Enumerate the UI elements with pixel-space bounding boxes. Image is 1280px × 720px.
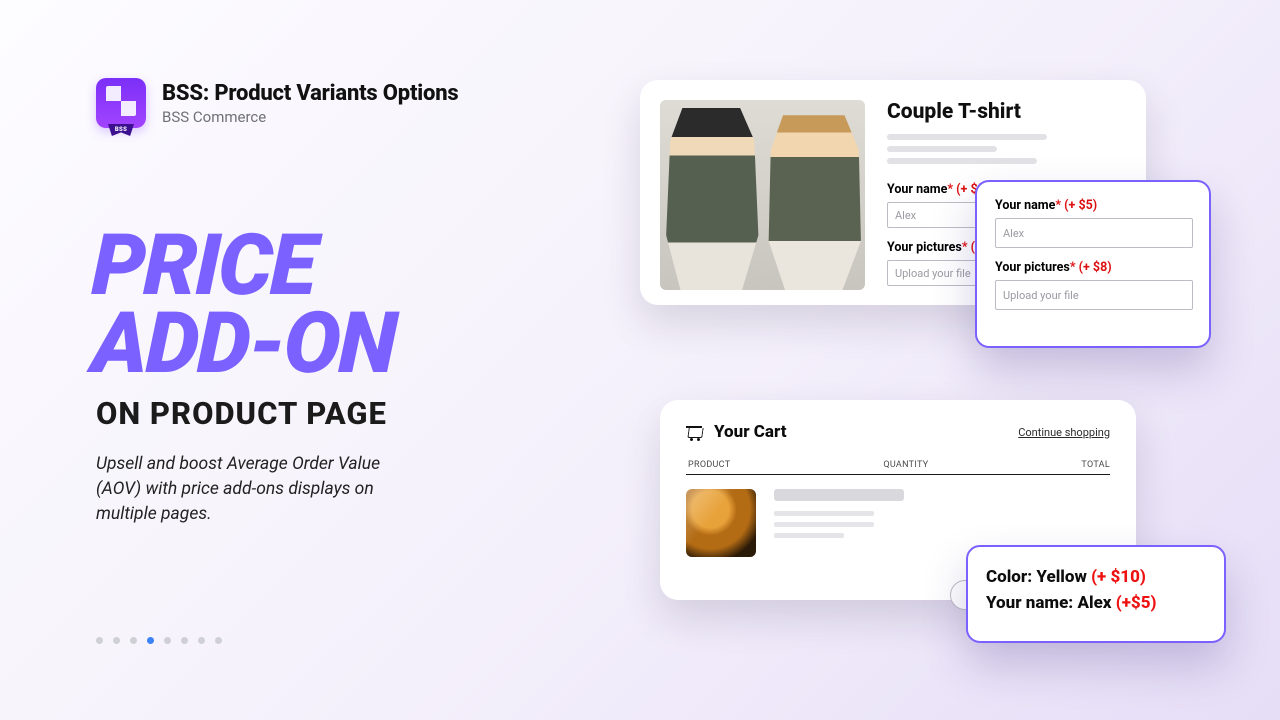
carousel-dot[interactable] <box>96 637 103 644</box>
cart-columns: PRODUCT QUANTITY TOTAL <box>686 460 1110 475</box>
col-total: TOTAL <box>1081 460 1110 470</box>
addon-price: (+ $10) <box>1091 567 1146 587</box>
continue-shopping-link[interactable]: Continue shopping <box>1018 426 1110 439</box>
label-text: Your pictures <box>887 240 962 255</box>
hero-sub: ON PRODUCT PAGE <box>96 395 387 432</box>
hero-desc: Upsell and boost Average Order Value (AO… <box>96 452 426 527</box>
label-text: Your name <box>995 198 1055 213</box>
label-text: Your name <box>887 182 947 197</box>
options-popout: Your name* (+ $5) Alex Your pictures* (+… <box>975 180 1211 348</box>
required-mark: * <box>1055 198 1061 213</box>
label-text: Your pictures <box>995 260 1070 275</box>
addon-price: (+$5) <box>1116 593 1157 613</box>
cart-icon <box>686 423 704 441</box>
carousel-dot[interactable] <box>215 637 222 644</box>
picture-input[interactable]: Upload your file <box>995 280 1193 310</box>
skeleton-line <box>887 134 1047 140</box>
required-mark: * <box>1070 260 1076 275</box>
skeleton-line <box>774 489 904 501</box>
carousel-dots[interactable] <box>96 637 222 644</box>
required-mark: * <box>947 182 953 197</box>
header-texts: BSS: Product Variants Options BSS Commer… <box>162 81 458 126</box>
name-input[interactable]: Alex <box>995 218 1193 248</box>
skeleton-line <box>887 146 997 152</box>
app-subtitle: BSS Commerce <box>162 108 458 126</box>
product-image <box>660 100 865 290</box>
skeleton-line <box>774 533 844 538</box>
skeleton-line <box>774 522 874 527</box>
summary-row-name: Your name: Alex (+$5) <box>986 591 1206 617</box>
logo-ribbon: BSS <box>108 124 134 136</box>
input-placeholder: Upload your file <box>895 267 971 280</box>
summary-label: Your name: <box>986 593 1073 613</box>
carousel-dot[interactable] <box>198 637 205 644</box>
addon-summary-popout: Color: Yellow (+ $10) Your name: Alex (+… <box>966 545 1226 643</box>
carousel-dot[interactable] <box>147 637 154 644</box>
skeleton-line <box>887 158 1037 164</box>
summary-label: Color: <box>986 567 1032 587</box>
carousel-dot[interactable] <box>130 637 137 644</box>
addon-price: (+ $5) <box>1064 198 1097 213</box>
cart-header: Your Cart Continue shopping <box>686 422 1110 442</box>
summary-row-color: Color: Yellow (+ $10) <box>986 565 1206 591</box>
product-title: Couple T-shirt <box>887 100 1122 124</box>
summary-value: Alex <box>1077 593 1111 613</box>
cart-item-text <box>774 489 904 557</box>
col-product: PRODUCT <box>686 460 730 470</box>
cart-title: Your Cart <box>714 422 787 442</box>
field-label-pictures: Your pictures* (+ $8) <box>995 260 1191 275</box>
app-logo-icon: BSS <box>96 78 146 128</box>
carousel-dot[interactable] <box>113 637 120 644</box>
addon-price: (+ $8) <box>1079 260 1112 275</box>
field-label-name: Your name* (+ $5) <box>995 198 1191 213</box>
carousel-dot[interactable] <box>181 637 188 644</box>
cart-item-thumb <box>686 489 756 557</box>
hero-line-2: ADD-ON <box>91 306 396 381</box>
input-value: Alex <box>1003 227 1024 240</box>
logo-ribbon-text: BSS <box>115 126 127 133</box>
input-placeholder: Alex <box>895 209 916 222</box>
col-quantity: QUANTITY <box>883 460 928 470</box>
app-title: BSS: Product Variants Options <box>162 81 458 106</box>
input-placeholder: Upload your file <box>1003 289 1079 302</box>
summary-value: Yellow <box>1036 567 1086 587</box>
skeleton-line <box>774 511 874 516</box>
app-header: BSS BSS: Product Variants Options BSS Co… <box>96 78 458 128</box>
required-mark: * <box>962 240 968 255</box>
carousel-dot[interactable] <box>164 637 171 644</box>
hero-line-1: PRICE <box>91 228 316 303</box>
